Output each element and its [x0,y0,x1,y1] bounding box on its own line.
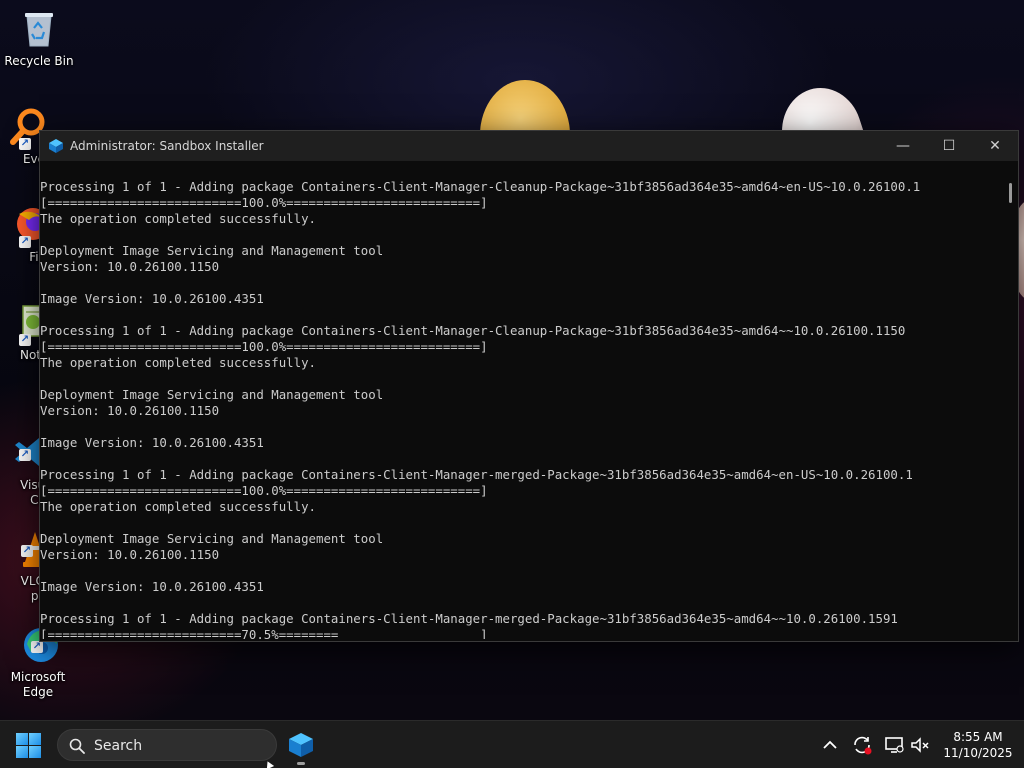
desktop-icon-recycle-bin[interactable]: Recycle Bin [1,8,77,69]
console-line: The operation completed successfully. [40,499,317,514]
console-text: Processing 1 of 1 - Adding package Conta… [40,179,1000,639]
chevron-up-icon[interactable] [818,733,842,757]
taskbar-app-sandbox-installer[interactable] [285,729,317,765]
minimize-button[interactable]: — [880,131,926,161]
sandbox-app-icon [48,138,64,154]
sandbox-app-icon [289,733,313,757]
running-indicator [297,762,305,765]
desktop-icon-label: Recycle Bin [4,54,74,68]
windows-start-icon[interactable] [16,733,42,759]
console-line: [==========================100.0%=======… [40,339,488,354]
console-line: Deployment Image Servicing and Managemen… [40,531,384,546]
shortcut-arrow-icon: ↗ [19,236,31,248]
maximize-button[interactable]: ☐ [926,131,972,161]
volume-muted-icon[interactable] [908,733,932,757]
console-output[interactable]: Processing 1 of 1 - Adding package Conta… [40,179,1000,639]
clock-date: 11/10/2025 [943,746,1013,760]
search-box[interactable]: Search [57,729,277,761]
console-line: Processing 1 of 1 - Adding package Conta… [40,179,921,194]
console-line: Processing 1 of 1 - Adding package Conta… [40,323,906,338]
console-line: Deployment Image Servicing and Managemen… [40,387,384,402]
console-line: Image Version: 10.0.26100.4351 [40,291,264,306]
sync-icon[interactable] [850,733,874,757]
system-clock[interactable]: 8:55 AM 11/10/2025 [940,729,1016,761]
console-line: Image Version: 10.0.26100.4351 [40,435,264,450]
display-icon[interactable] [882,733,906,757]
desktop-icon-label: Microsoft Edge [10,670,66,699]
shortcut-arrow-icon: ↗ [31,641,43,653]
console-line: [==========================100.0%=======… [40,483,488,498]
shortcut-arrow-icon: ↗ [19,138,31,150]
shortcut-arrow-icon: ↗ [19,334,31,346]
console-line: Deployment Image Servicing and Managemen… [40,243,384,258]
console-line: Version: 10.0.26100.1150 [40,259,220,274]
console-line: Version: 10.0.26100.1150 [40,547,220,562]
taskbar: Search 8:55 AM 11/10/2025 [0,720,1024,768]
shortcut-arrow-icon: ↗ [19,449,31,461]
console-line: [==========================70.5%========… [40,627,488,639]
console-scrollbar[interactable] [1009,183,1012,203]
search-label: Search [94,738,143,754]
clock-time: 8:55 AM [953,730,1003,744]
sandbox-installer-window[interactable]: Administrator: Sandbox Installer — ☐ ✕ P… [39,130,1019,642]
recycle-bin-icon [18,8,60,50]
shortcut-arrow-icon: ↗ [21,545,33,557]
console-line: The operation completed successfully. [40,211,317,226]
console-line: [==========================100.0%=======… [40,195,488,210]
window-title: Administrator: Sandbox Installer [70,139,264,153]
console-line: Version: 10.0.26100.1150 [40,403,220,418]
search-icon [69,738,85,754]
window-titlebar[interactable]: Administrator: Sandbox Installer — ☐ ✕ [40,131,1018,161]
console-line: Image Version: 10.0.26100.4351 [40,579,264,594]
console-line: The operation completed successfully. [40,355,317,370]
console-line: Processing 1 of 1 - Adding package Conta… [40,611,898,626]
console-line: Processing 1 of 1 - Adding package Conta… [40,467,913,482]
close-button[interactable]: ✕ [972,131,1018,161]
